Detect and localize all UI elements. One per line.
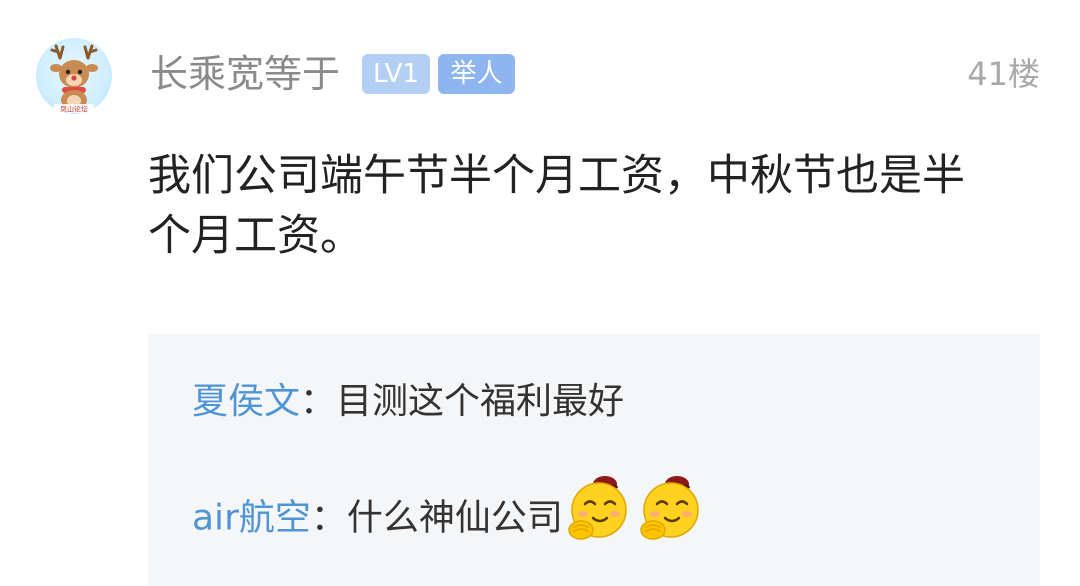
avatar[interactable]: 凤山论坛 <box>36 38 112 114</box>
reply-item[interactable]: 夏侯文：目测这个福利最好 <box>192 378 624 426</box>
post-content: 我们公司端午节半个月工资，中秋节也是半个月工资。 <box>148 151 965 261</box>
username[interactable]: 长乘宽等于 <box>150 50 340 98</box>
avatar-caption: 凤山论坛 <box>60 105 88 114</box>
reply-author[interactable]: air航空 <box>192 498 311 539</box>
reply-separator: ： <box>300 381 337 422</box>
bowing-smiley-icon <box>568 476 627 540</box>
role-badge: 举人 <box>438 54 515 94</box>
reply-text: 目测这个福利最好 <box>336 381 625 422</box>
bowing-smiley-icon <box>640 476 699 540</box>
forum-post: 凤山论坛 长乘宽等于 LV1 举人 41楼 我们公司端午节半个月工资，中秋节也是… <box>0 0 1080 586</box>
floor-number: 41楼 <box>967 55 1040 93</box>
level-badge: LV1 <box>362 54 430 94</box>
reindeer-avatar-icon: 凤山论坛 <box>50 44 98 114</box>
reply-text: 什么神仙公司 <box>346 497 563 539</box>
reply-separator: ： <box>310 497 347 539</box>
reply-author[interactable]: 夏侯文 <box>192 381 300 422</box>
reply-list: 夏侯文：目测这个福利最好 air航空：什么神仙公司 <box>148 334 1040 586</box>
emoji-group <box>563 472 705 557</box>
reply-item[interactable]: air航空：什么神仙公司 <box>192 476 705 557</box>
